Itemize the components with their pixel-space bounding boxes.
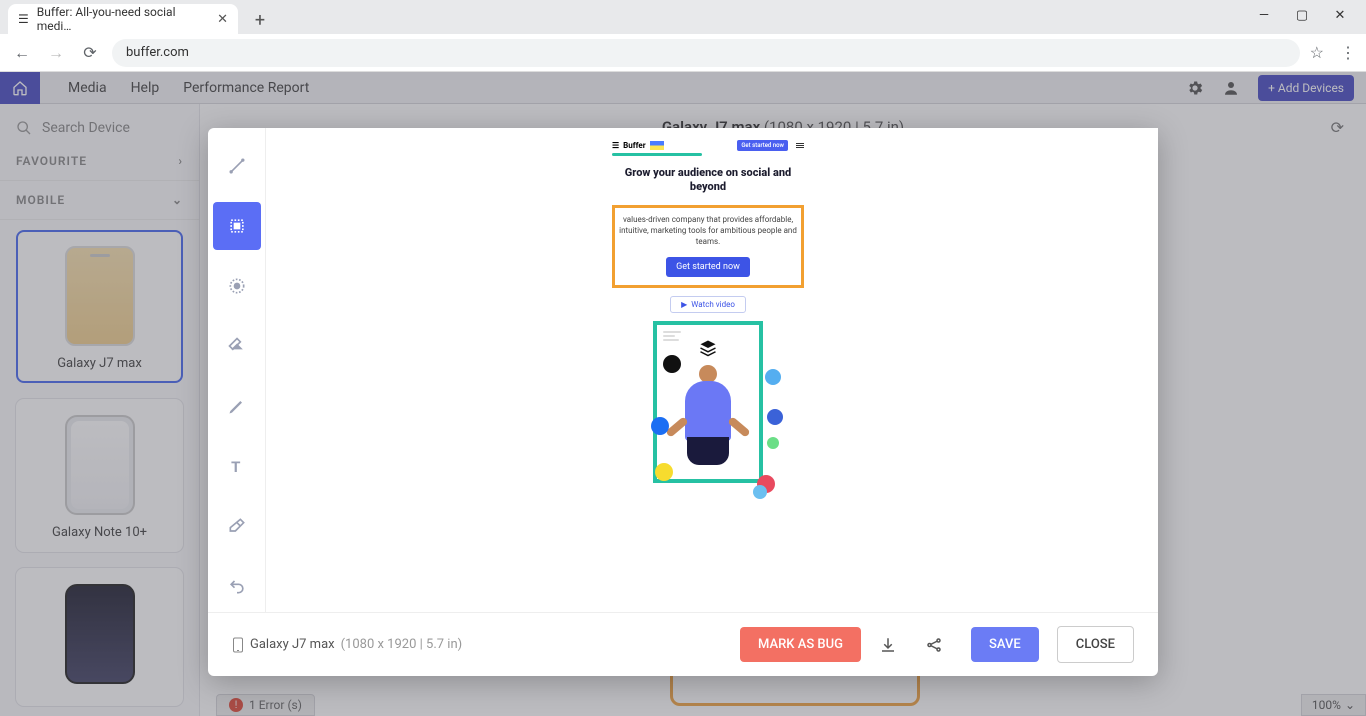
window-maximize-icon[interactable]: ▢ — [1292, 8, 1312, 23]
tool-line[interactable] — [213, 142, 261, 190]
buffer-logo-icon: ☰ — [612, 141, 619, 150]
header-cta: Get started now — [737, 140, 788, 151]
svg-text:T: T — [231, 458, 240, 476]
preview-headline: Grow your audience on social and beyond — [612, 162, 804, 199]
browser-tab[interactable]: ☰ Buffer: All-you-need social medi… ✕ — [8, 4, 238, 34]
social-dot-icon — [767, 437, 779, 449]
window-close-icon[interactable]: ✕ — [1330, 8, 1350, 23]
illustration-lines — [663, 331, 681, 341]
brand-text: Buffer — [623, 141, 645, 150]
close-button[interactable]: CLOSE — [1057, 626, 1134, 663]
browser-menu-icon[interactable]: ⋮ — [1340, 43, 1356, 62]
watch-video-button: ▶ Watch video — [670, 296, 746, 313]
social-dot-icon — [655, 463, 673, 481]
tab-close-icon[interactable]: ✕ — [217, 12, 228, 27]
buffer-stack-icon — [699, 339, 717, 357]
preview-main-cta: Get started now — [666, 257, 750, 277]
screenshot-canvas[interactable]: ☰ Buffer Get started now Grow your audie… — [266, 128, 1158, 612]
tiktok-icon — [663, 355, 681, 373]
annotation-toolbox: T — [208, 128, 266, 612]
save-button[interactable]: SAVE — [971, 627, 1039, 662]
device-preview: ☰ Buffer Get started now Grow your audie… — [612, 136, 804, 483]
social-dot-icon — [753, 485, 767, 499]
tool-pen[interactable] — [213, 382, 261, 430]
browser-tab-strip: ☰ Buffer: All-you-need social medi… ✕ + … — [0, 0, 1366, 34]
new-tab-button[interactable]: + — [246, 6, 274, 34]
download-icon[interactable] — [879, 636, 907, 654]
hamburger-icon — [796, 143, 804, 148]
tool-fill[interactable] — [213, 322, 261, 370]
modal-footer: Galaxy J7 max (1080 x 1920 | 5.7 in) MAR… — [208, 612, 1158, 676]
preview-subtext: values-driven company that provides affo… — [619, 214, 797, 248]
nav-back-icon[interactable]: ← — [10, 41, 34, 65]
ukraine-flag-icon — [650, 141, 664, 150]
nav-forward-icon: → — [44, 41, 68, 65]
tab-title: Buffer: All-you-need social medi… — [37, 5, 209, 33]
tool-undo[interactable] — [213, 562, 261, 610]
url-text: buffer.com — [126, 45, 189, 60]
screenshot-editor-modal: T ☰ Buffer Get started now Grow your aud… — [208, 128, 1158, 676]
annotation-rectangle-teal — [653, 321, 763, 483]
twitter-icon — [765, 369, 781, 385]
tool-text[interactable]: T — [213, 442, 261, 490]
annotation-underline — [612, 153, 702, 156]
tool-circle[interactable] — [213, 262, 261, 310]
address-bar: ← → ⟳ buffer.com ☆ ⋮ — [0, 34, 1366, 72]
tab-favicon: ☰ — [18, 12, 29, 26]
device-icon — [232, 637, 244, 653]
annotation-rectangle-orange: values-driven company that provides affo… — [612, 205, 804, 289]
tool-rectangle[interactable] — [213, 202, 261, 250]
mark-as-bug-button[interactable]: MARK AS BUG — [740, 627, 861, 662]
bookmark-star-icon[interactable]: ☆ — [1310, 43, 1324, 62]
window-minimize-icon[interactable]: — — [1254, 8, 1274, 23]
social-icon — [767, 409, 783, 425]
share-icon[interactable] — [925, 636, 953, 654]
nav-reload-icon[interactable]: ⟳ — [78, 41, 102, 65]
play-icon: ▶ — [681, 300, 687, 309]
url-input[interactable]: buffer.com — [112, 39, 1300, 67]
footer-device-label: Galaxy J7 max (1080 x 1920 | 5.7 in) — [232, 637, 462, 653]
illustration-person — [685, 365, 731, 465]
tool-eraser[interactable] — [213, 502, 261, 550]
